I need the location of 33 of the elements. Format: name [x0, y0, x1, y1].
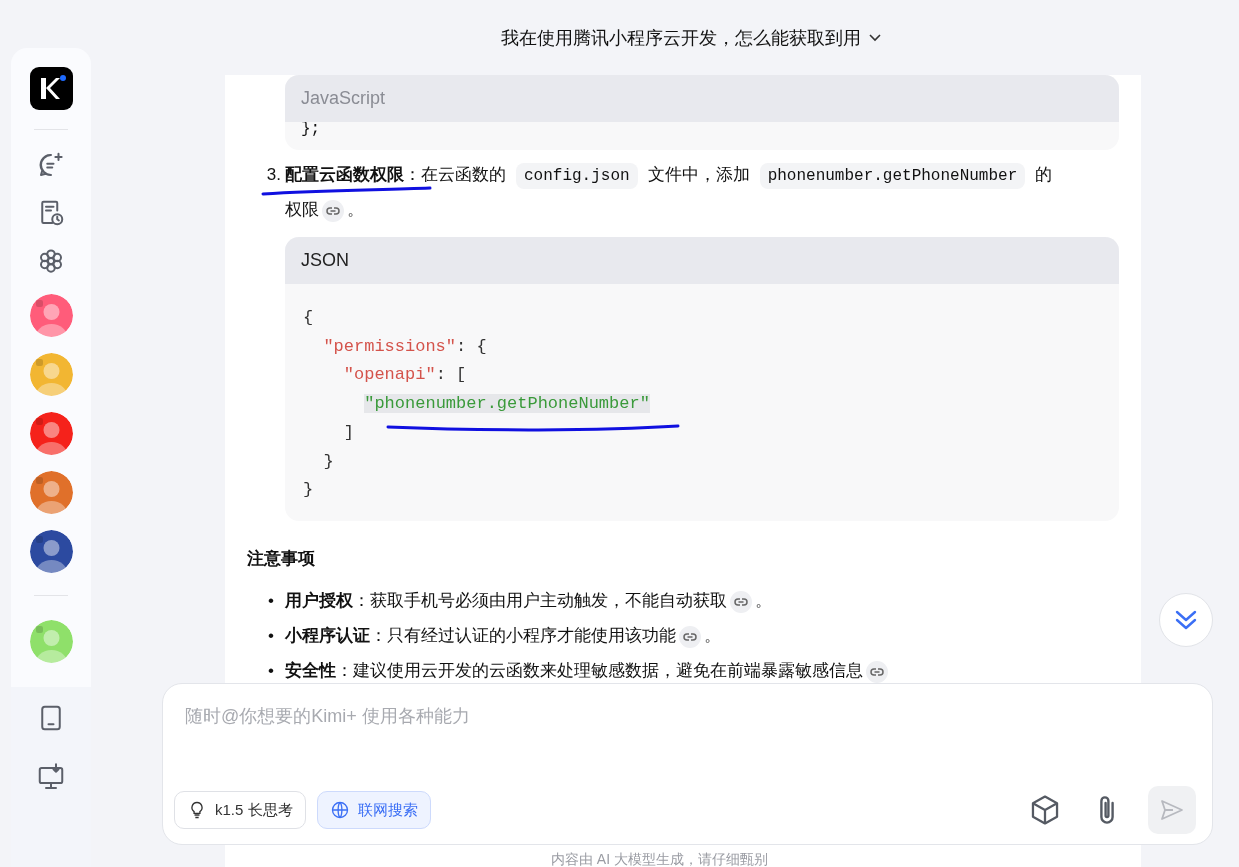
code-line: }: [303, 479, 314, 502]
list-number: 3.: [265, 164, 282, 186]
bullet-marker: •: [267, 590, 275, 613]
bullet-marker: •: [267, 660, 275, 683]
chat-input-field[interactable]: 随时@你想要的Kimi+ 使用各种能力: [185, 706, 785, 727]
link-icon[interactable]: [730, 590, 752, 613]
double-chevron-icon: [1174, 609, 1198, 631]
bullet-text: 小程序认证：只有经过认证的小程序才能使用该功能 。: [285, 624, 721, 649]
long-thinking-toggle[interactable]: k1.5 长思考: [174, 791, 306, 829]
code-language-label: JSON: [285, 237, 1119, 284]
code-line: "permissions": {: [322, 335, 487, 358]
logo-icon[interactable]: [29, 67, 73, 110]
code-line: };: [301, 122, 321, 136]
bullet-text: 用户授权：获取手机号必须由用户主动触发，不能自动获取 。: [285, 589, 772, 614]
link-icon[interactable]: [866, 660, 888, 683]
code-line: ]: [342, 421, 354, 444]
chevron-down-icon[interactable]: [869, 33, 881, 42]
disclaimer-text: 内容由 AI 大模型生成，请仔细甄别: [551, 851, 768, 867]
scroll-down-button[interactable]: [1159, 593, 1213, 647]
bullet-text: 安全性：建议使用云开发的云函数来处理敏感数据，避免在前端暴露敏感信息: [285, 659, 891, 684]
globe-icon: [329, 800, 350, 820]
web-search-toggle[interactable]: 联网搜索: [316, 791, 431, 829]
conversation-title[interactable]: 我在使用腾讯小程序云开发，怎么能获取到用: [501, 25, 861, 50]
step-paragraph: 配置云函数权限：在云函数的 config.json 文件中，添加 phonenumber.getPhoneNumber 的权限 。: [285, 158, 1119, 227]
code-line: }: [322, 450, 334, 473]
link-icon[interactable]: [679, 625, 701, 648]
bullet-marker: •: [267, 625, 275, 648]
send-icon: [1159, 798, 1185, 822]
code-line: {: [303, 307, 314, 329]
code-language-label: JavaScript: [285, 75, 1119, 122]
section-heading: 注意事项: [247, 547, 316, 570]
link-icon[interactable]: [322, 199, 344, 222]
code-line: "openapi": [: [342, 364, 467, 387]
